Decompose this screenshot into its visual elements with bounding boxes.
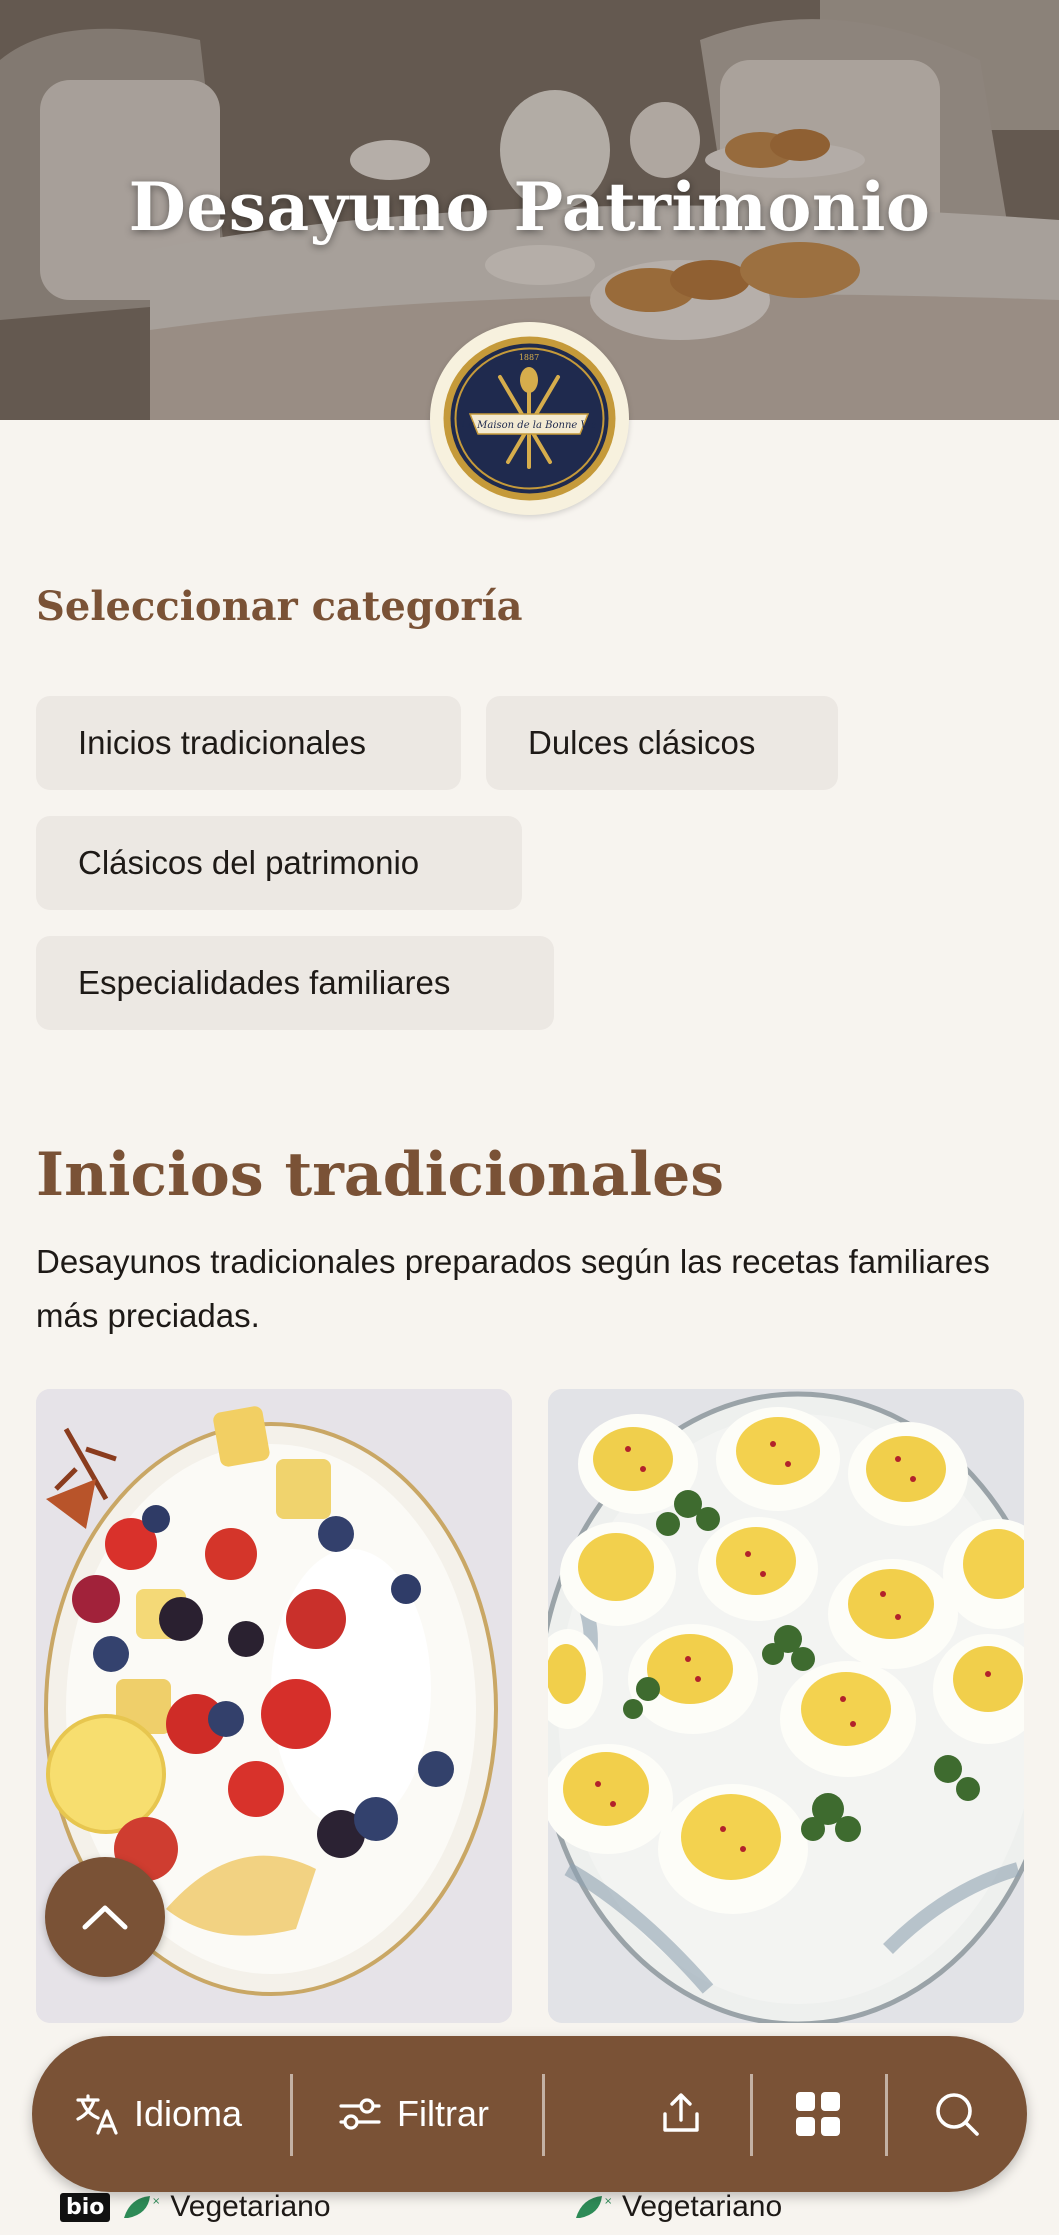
category-chip-inicios-tradicionales[interactable]: Inicios tradicionales — [36, 696, 461, 790]
restaurant-logo: La Maison de la Bonne Vie 1887 — [430, 322, 629, 515]
section-description: Desayunos tradicionales preparados según… — [36, 1243, 990, 1334]
toolbar-divider — [750, 2074, 753, 2156]
dish-image-deviled-eggs[interactable] — [548, 1389, 1024, 2023]
filter-icon — [339, 2098, 381, 2130]
category-heading: Seleccionar categoría — [36, 583, 523, 630]
svg-text:×: × — [152, 2196, 160, 2207]
language-button[interactable]: Idioma — [74, 2036, 242, 2192]
card-2-tags: × Vegetariano — [572, 2190, 782, 2224]
search-icon — [936, 2093, 979, 2136]
logo-text: La Maison de la Bonne Vie — [460, 420, 596, 431]
bottom-toolbar: Idioma Filtrar — [32, 2036, 1027, 2192]
section-title: Inicios tradicionales — [36, 1140, 725, 1210]
search-button[interactable] — [932, 2036, 982, 2192]
bio-badge: bio — [60, 2192, 111, 2222]
chevron-up-icon — [82, 1905, 128, 1930]
toolbar-divider — [290, 2074, 293, 2156]
filter-label: Filtrar — [397, 2093, 489, 2134]
scroll-to-top-button[interactable] — [45, 1857, 165, 1977]
toolbar-divider — [885, 2074, 888, 2156]
share-button[interactable] — [657, 2036, 705, 2192]
category-chip-clasicos-del-patrimonio[interactable]: Clásicos del patrimonio — [36, 816, 522, 910]
category-chip-especialidades-familiares[interactable]: Especialidades familiares — [36, 936, 554, 1030]
grid-icon — [796, 2092, 840, 2136]
page-title: Desayuno Patrimonio — [128, 168, 931, 246]
translate-icon — [76, 2094, 118, 2135]
toolbar-divider — [542, 2074, 545, 2156]
vegetarian-label: Vegetariano — [170, 2190, 331, 2223]
grid-view-button[interactable] — [794, 2036, 842, 2192]
share-icon — [663, 2093, 699, 2132]
leaf-icon: × — [576, 2196, 612, 2218]
filter-button[interactable]: Filtrar — [337, 2036, 489, 2192]
logo-year: 1887 — [519, 353, 539, 362]
category-chip-dulces-clasicos[interactable]: Dulces clásicos — [486, 696, 838, 790]
card-1-tags: bio × Vegetariano — [60, 2190, 331, 2224]
language-label: Idioma — [134, 2093, 243, 2134]
leaf-icon: × — [124, 2196, 160, 2218]
svg-text:×: × — [604, 2196, 612, 2207]
vegetarian-label: Vegetariano — [622, 2190, 783, 2223]
